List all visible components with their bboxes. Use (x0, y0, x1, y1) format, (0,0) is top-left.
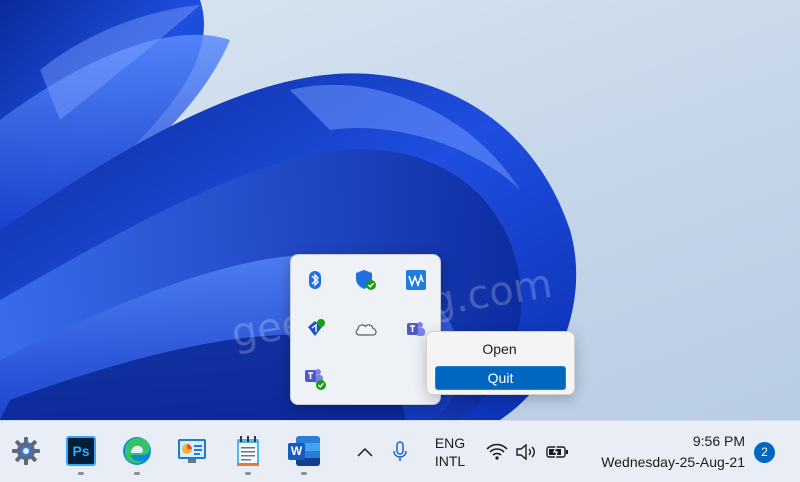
clock-time: 9:56 PM (692, 433, 745, 449)
chevron-up-icon (357, 447, 373, 457)
notepad-icon (237, 436, 259, 466)
running-indicator (78, 472, 84, 475)
settings-app-button[interactable] (8, 433, 44, 469)
running-indicator (245, 472, 251, 475)
wifi-button[interactable] (485, 440, 509, 464)
microphone-icon (393, 441, 407, 461)
onedrive-cloud-icon[interactable] (349, 312, 383, 346)
control-panel-icon (178, 439, 206, 463)
keyboard-layout: INTL (434, 453, 466, 469)
photoshop-icon: Ps (66, 436, 96, 466)
wifi-icon (486, 443, 508, 460)
menu-item-open[interactable]: Open (435, 338, 564, 360)
microphone-button[interactable] (388, 440, 412, 464)
battery-button[interactable] (546, 440, 570, 464)
notepad-app-button[interactable] (230, 433, 266, 475)
word-app-button[interactable]: W (286, 433, 322, 475)
notification-badge[interactable]: 2 (754, 442, 775, 463)
bluetooth-connected-app-icon[interactable] (298, 312, 332, 346)
running-indicator (134, 472, 140, 475)
clock-date: Wednesday-25-Aug-21 (601, 454, 745, 470)
bluetooth-icon[interactable] (298, 263, 332, 297)
language-indicator[interactable]: ENG INTL (428, 434, 472, 470)
battery-charging-icon (546, 444, 568, 460)
windows-security-icon[interactable] (349, 263, 383, 297)
volume-button[interactable] (515, 440, 539, 464)
running-indicator (301, 472, 307, 475)
show-hidden-icons-button[interactable] (353, 440, 377, 464)
tray-overflow-flyout (290, 254, 441, 405)
word-icon: W (288, 436, 320, 466)
context-menu: Open Quit (426, 331, 575, 395)
speaker-icon (516, 443, 535, 461)
control-panel-app-button[interactable] (174, 433, 210, 469)
teams-personal-icon[interactable] (298, 362, 332, 396)
photoshop-app-button[interactable]: Ps (63, 433, 99, 475)
edge-icon (123, 437, 151, 465)
edge-app-button[interactable] (119, 433, 155, 475)
waves-app-icon[interactable] (399, 263, 433, 297)
taskbar: Ps W ENG INTL 9:56 PM Wednesday-25-Aug-2… (0, 420, 800, 482)
language-code: ENG (434, 435, 466, 451)
gear-icon (12, 437, 40, 465)
menu-item-quit[interactable]: Quit (435, 366, 566, 390)
